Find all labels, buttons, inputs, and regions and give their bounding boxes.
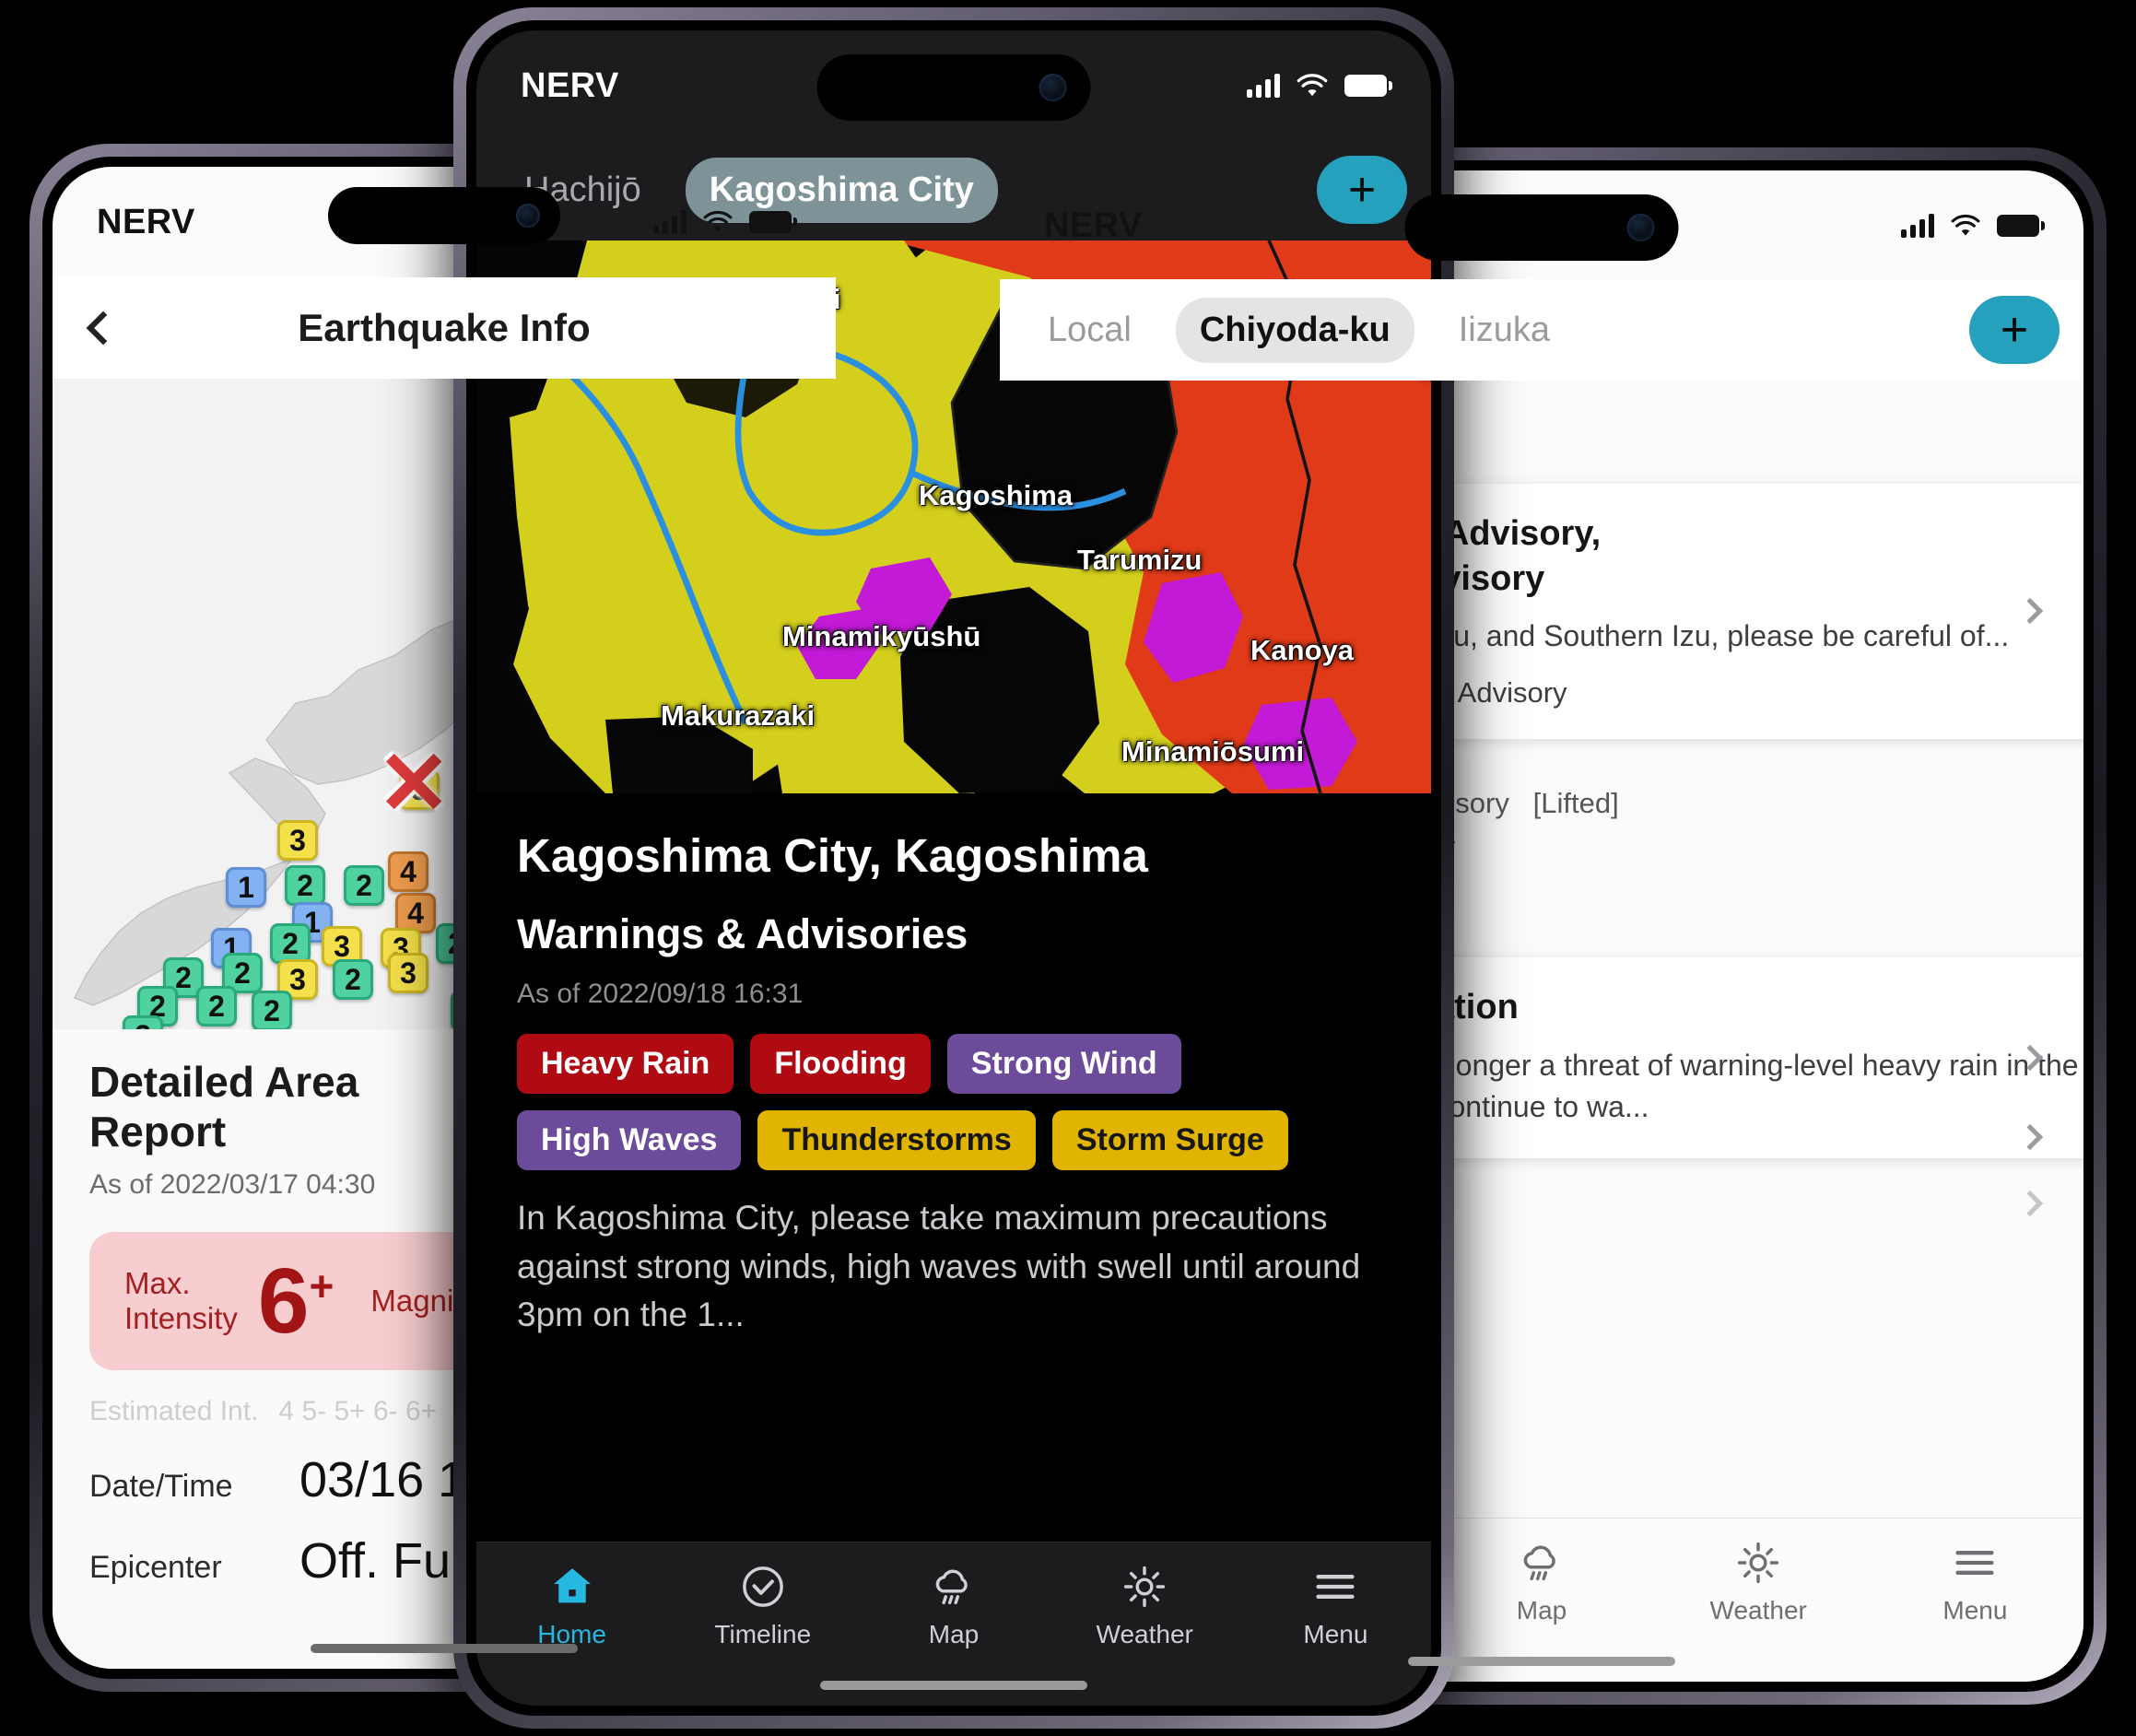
intensity-badge: 4 [388, 851, 428, 893]
wifi-icon [703, 210, 733, 232]
tab-weather[interactable]: Weather [1650, 1539, 1867, 1625]
tab-menu[interactable]: Menu [1867, 1539, 2083, 1625]
cellular-bars-icon [1901, 214, 1934, 238]
wifi-icon [1297, 74, 1328, 97]
home-indicator [820, 1681, 1087, 1690]
intensity-badge: 2 [285, 864, 325, 906]
max-intensity-value: 6+ [257, 1249, 334, 1353]
battery-icon [1344, 75, 1392, 97]
chevron-right-icon [2016, 1190, 2044, 1217]
location-segment-bar-right: Local Chiyoda-ku Iizuka + [1000, 279, 2083, 381]
warning-chip[interactable]: Flooding [750, 1034, 931, 1094]
add-location-button[interactable]: + [1969, 296, 2060, 364]
tab-label: Timeline [714, 1620, 812, 1648]
estimated-intensity-values: 4 5- 5+ 6- 6+ [278, 1396, 438, 1426]
warning-chip[interactable]: Thunderstorms [757, 1110, 1036, 1170]
map-place-label: Tarumizu [1077, 544, 1203, 577]
tab-label: Menu [1942, 1596, 2008, 1625]
navigation-bar-left: Earthquake Info [53, 277, 836, 379]
segment-iizuka[interactable]: Iizuka [1435, 298, 1574, 363]
warnings-as-of: As of 2022/09/18 16:31 [517, 979, 804, 1009]
intensity-badge: 3 [277, 820, 318, 862]
front-camera-icon [516, 204, 540, 228]
warning-chip[interactable]: Heavy Rain [517, 1034, 734, 1094]
tab-label: Weather [1096, 1620, 1193, 1648]
segment-chiyoda-ku[interactable]: Chiyoda-ku [1175, 297, 1414, 363]
tab-label: Menu [1303, 1620, 1368, 1648]
dynamic-island-center [816, 54, 1091, 121]
intensity-badge: 3 [388, 953, 428, 994]
hamburger-icon [1316, 1575, 1355, 1599]
tab-weather[interactable]: Weather [1050, 1563, 1240, 1649]
cellular-bars-icon [653, 210, 687, 234]
app-brand: NERV [1044, 205, 1143, 245]
intensity-badge: 2 [270, 923, 311, 965]
tab-label: Map [928, 1620, 980, 1648]
intensity-badge: 1 [226, 867, 266, 908]
warning-chip[interactable]: Strong Wind [946, 1034, 1181, 1094]
warning-chip[interactable]: Storm Surge [1051, 1110, 1288, 1170]
tab-label: Map [1516, 1596, 1567, 1625]
front-camera-icon [1039, 74, 1067, 101]
tab-timeline[interactable]: Timeline [667, 1563, 858, 1649]
hamburger-icon [1955, 1551, 1994, 1575]
battery-icon [749, 211, 797, 233]
chevron-right-icon [2016, 1123, 2044, 1151]
warnings-body: In Kagoshima City, please take maximum p… [517, 1199, 1361, 1334]
epicenter-label: Epicenter [89, 1550, 222, 1585]
warning-chip-list: Heavy Rain Flooding Strong Wind High Waves T… [517, 1010, 1391, 1170]
home-indicator [311, 1644, 578, 1653]
intensity-badge: 2 [196, 986, 237, 1027]
home-icon [553, 1568, 591, 1603]
datetime-label: Date/Time [89, 1469, 233, 1504]
intensity-badge: 2 [344, 864, 384, 906]
dynamic-island-left [328, 187, 560, 244]
intensity-badge: 4 [395, 892, 436, 933]
home-indicator [1408, 1657, 1675, 1666]
tab-map[interactable]: Map [858, 1563, 1049, 1649]
max-intensity-label: Max. Intensity [124, 1266, 238, 1335]
app-brand: NERV [521, 65, 619, 105]
epicenter-marker: ✕ [377, 734, 452, 833]
dynamic-island-right [1404, 194, 1679, 261]
intensity-badge: 2 [333, 958, 373, 1000]
map-place-label: Kanoya [1250, 634, 1354, 666]
selected-city: Kagoshima City, Kagoshima [517, 829, 1148, 882]
tab-map[interactable]: Map [1433, 1539, 1649, 1625]
wifi-icon [1951, 214, 1980, 236]
app-brand: NERV [97, 202, 195, 241]
map-place-label: Minamiōsumi [1121, 734, 1305, 768]
segment-local[interactable]: Local [1024, 298, 1156, 363]
cellular-bars-icon [1247, 74, 1280, 98]
sun-icon [1738, 1542, 1779, 1584]
front-camera-icon [1626, 214, 1655, 241]
warning-chip[interactable]: High Waves [517, 1110, 742, 1170]
sun-icon [1124, 1566, 1166, 1608]
battery-icon [1997, 215, 2045, 237]
intensity-badge: 2 [252, 990, 292, 1029]
tab-menu[interactable]: Menu [1240, 1563, 1431, 1649]
clock-check-icon [742, 1566, 783, 1607]
screenshot-stage: NERV Earthquake Info 3 3 4 1 2 2 1 4 1 2… [0, 0, 2136, 1736]
map-place-label: Minamikyūshū [782, 620, 981, 653]
tab-label: Weather [1709, 1596, 1807, 1625]
report-title: Detailed Area Report [89, 1058, 359, 1155]
warnings-heading: Warnings & Advisories [517, 910, 968, 957]
intensity-badge: 2 [123, 1015, 163, 1029]
rain-cloud-icon [935, 1569, 968, 1605]
map-place-label: Makurazaki [661, 698, 816, 732]
rain-cloud-icon [1523, 1545, 1555, 1581]
map-place-label: Kagoshima [919, 478, 1074, 511]
page-title: Earthquake Info [298, 306, 591, 349]
estimated-intensity-label: Estimated Int. [89, 1396, 259, 1426]
tab-home[interactable]: Home [476, 1563, 667, 1649]
